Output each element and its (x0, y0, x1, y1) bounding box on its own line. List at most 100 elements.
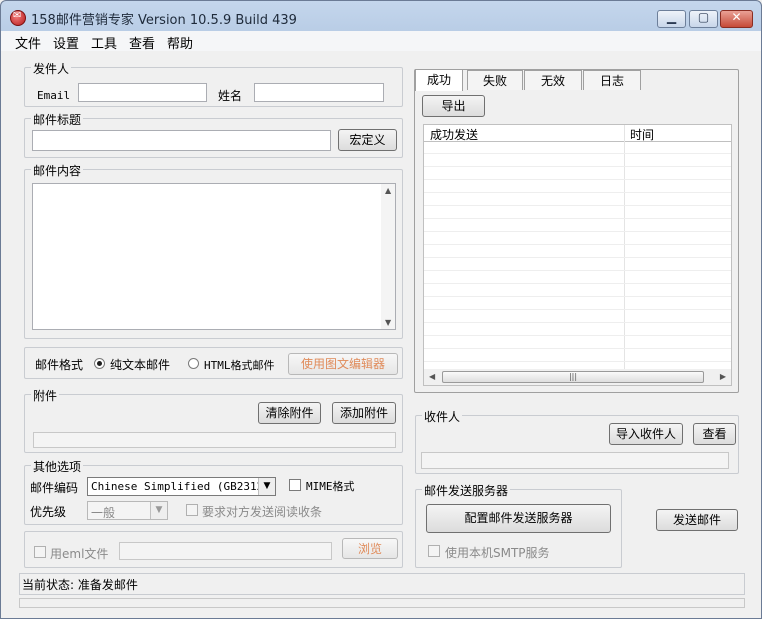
menu-settings[interactable]: 设置 (53, 33, 79, 52)
content-group: 邮件内容 ▲ ▼ (24, 162, 403, 339)
table-row[interactable] (424, 207, 731, 219)
table-row[interactable] (424, 181, 731, 193)
scroll-up-icon[interactable]: ▲ (385, 186, 391, 195)
plain-text-label[interactable]: 纯文本邮件 (110, 356, 170, 373)
table-row[interactable] (424, 194, 731, 206)
read-receipt-checkbox[interactable] (186, 504, 198, 516)
scroll-thumb[interactable]: ||| (442, 371, 704, 383)
name-field[interactable] (254, 83, 384, 102)
results-header: 成功发送 时间 (424, 125, 731, 142)
encoding-select[interactable]: Chinese Simplified (GB2312) ▼ (87, 477, 276, 496)
tab-invalid[interactable]: 无效 (524, 70, 582, 90)
attachment-list[interactable] (33, 432, 396, 448)
read-receipt-label[interactable]: 要求对方发送阅读收条 (202, 503, 322, 520)
menu-tools[interactable]: 工具 (91, 33, 117, 52)
subject-group: 邮件标题 宏定义 (24, 111, 403, 158)
local-smtp-label[interactable]: 使用本机SMTP服务 (445, 544, 550, 561)
tab-failed[interactable]: 失败 (467, 70, 523, 90)
format-label: 邮件格式 (35, 358, 84, 372)
attachment-group: 附件 清除附件 添加附件 (24, 387, 403, 453)
table-row[interactable] (424, 142, 731, 154)
subject-group-label: 邮件标题 (31, 111, 84, 128)
config-server-button[interactable]: 配置邮件发送服务器 (426, 504, 611, 533)
chevron-down-icon[interactable]: ▼ (258, 478, 275, 495)
status-bar: 当前状态: 准备发邮件 (19, 573, 745, 595)
menu-view[interactable]: 查看 (129, 33, 155, 52)
content-scrollbar[interactable]: ▲ ▼ (381, 184, 395, 329)
column-time[interactable]: 时间 (630, 126, 654, 143)
content-group-label: 邮件内容 (31, 162, 84, 179)
encoding-label: 邮件编码 (30, 481, 79, 495)
table-row[interactable] (424, 220, 731, 232)
table-row[interactable] (424, 259, 731, 271)
html-label[interactable]: HTML格式邮件 (204, 357, 275, 373)
email-field[interactable] (78, 83, 207, 102)
table-row[interactable] (424, 233, 731, 245)
email-label: Email (37, 89, 71, 102)
menu-help[interactable]: 帮助 (167, 33, 193, 52)
local-smtp-checkbox[interactable] (428, 545, 440, 557)
table-row[interactable] (424, 272, 731, 284)
column-success[interactable]: 成功发送 (430, 126, 478, 143)
scroll-left-icon[interactable]: ◀ (429, 372, 435, 381)
status-text: 当前状态: 准备发邮件 (22, 578, 138, 592)
minimize-button[interactable]: ▁ (657, 10, 686, 28)
eml-group: 用eml文件 浏览 (24, 531, 403, 568)
main-window: 158邮件营销专家 Version 10.5.9 Build 439 ▁ ▢ ✕… (0, 0, 762, 619)
table-row[interactable] (424, 168, 731, 180)
send-mail-button[interactable]: 发送邮件 (656, 509, 738, 531)
maximize-button[interactable]: ▢ (689, 10, 718, 28)
clear-attachment-button[interactable]: 清除附件 (258, 402, 321, 424)
export-button[interactable]: 导出 (422, 95, 485, 117)
server-group: 邮件发送服务器 配置邮件发送服务器 使用本机SMTP服务 (415, 482, 622, 568)
attachment-group-label: 附件 (31, 387, 60, 404)
scroll-down-icon[interactable]: ▼ (385, 318, 391, 327)
table-row[interactable] (424, 285, 731, 297)
server-group-label: 邮件发送服务器 (422, 482, 511, 499)
table-row[interactable] (424, 298, 731, 310)
window-title: 158邮件营销专家 Version 10.5.9 Build 439 (31, 13, 297, 28)
eml-path-field[interactable] (119, 542, 332, 560)
table-row[interactable] (424, 311, 731, 323)
eml-label[interactable]: 用eml文件 (50, 545, 108, 562)
macro-button[interactable]: 宏定义 (338, 129, 397, 151)
table-row[interactable] (424, 337, 731, 349)
eml-checkbox[interactable] (34, 546, 46, 558)
browse-button[interactable]: 浏览 (342, 538, 398, 559)
table-row[interactable] (424, 324, 731, 336)
minimize-icon: ▁ (666, 10, 677, 24)
table-row[interactable] (424, 246, 731, 258)
table-row[interactable] (424, 350, 731, 362)
priority-select[interactable]: 一般 ▼ (87, 501, 168, 520)
recipients-group-label: 收件人 (422, 408, 463, 425)
menu-bar: 文件 设置 工具 查看 帮助 (1, 31, 761, 52)
table-row[interactable] (424, 155, 731, 167)
title-bar: 158邮件营销专家 Version 10.5.9 Build 439 ▁ ▢ ✕ (1, 1, 761, 31)
add-attachment-button[interactable]: 添加附件 (332, 402, 396, 424)
name-label: 姓名 (218, 89, 243, 103)
mime-label[interactable]: MIME格式 (306, 478, 355, 494)
format-group: 邮件格式 纯文本邮件 HTML格式邮件 使用图文编辑器 (24, 347, 403, 379)
scroll-right-icon[interactable]: ▶ (720, 372, 726, 381)
app-logo-icon (10, 10, 26, 26)
results-hscrollbar[interactable]: ◀ ||| ▶ (424, 369, 731, 385)
html-radio[interactable] (188, 358, 199, 369)
content-textarea[interactable]: ▲ ▼ (32, 183, 396, 330)
import-recipients-button[interactable]: 导入收件人 (609, 423, 683, 445)
view-recipients-button[interactable]: 查看 (693, 423, 736, 445)
priority-label: 优先级 (30, 505, 67, 519)
tab-success[interactable]: 成功 (415, 69, 463, 91)
results-listview[interactable]: 成功发送 时间 ◀ ||| ▶ (423, 124, 732, 386)
subject-field[interactable] (32, 130, 331, 151)
chevron-down-icon[interactable]: ▼ (150, 502, 167, 519)
results-panel: 成功 失败 无效 日志 导出 成功发送 时间 ◀ ||| ▶ (414, 69, 739, 393)
mime-checkbox[interactable] (289, 479, 301, 491)
close-button[interactable]: ✕ (720, 10, 753, 28)
plain-text-radio[interactable] (94, 358, 105, 369)
other-options-group: 其他选项 邮件编码 Chinese Simplified (GB2312) ▼ … (24, 458, 403, 525)
sender-group-label: 发件人 (31, 60, 72, 77)
tab-log[interactable]: 日志 (583, 70, 641, 90)
menu-file[interactable]: 文件 (15, 33, 41, 52)
rich-editor-button[interactable]: 使用图文编辑器 (288, 353, 398, 375)
maximize-icon: ▢ (697, 10, 710, 24)
